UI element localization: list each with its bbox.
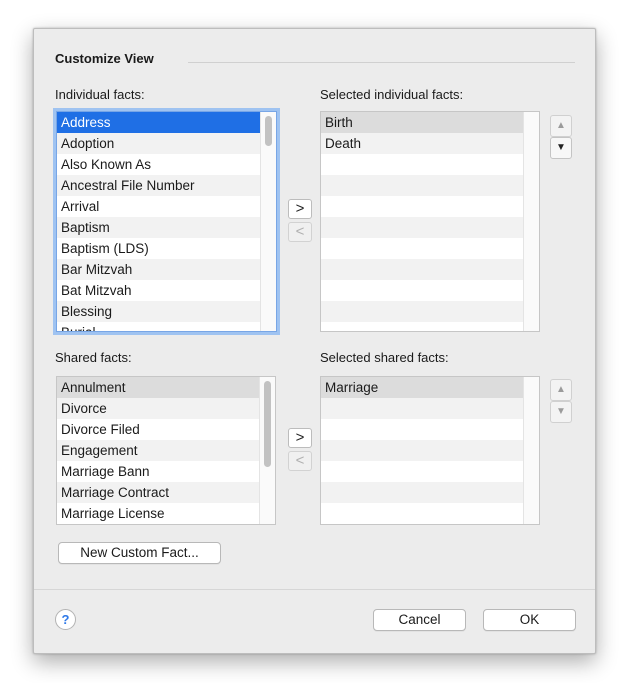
new-custom-fact-button[interactable]: New Custom Fact... (58, 542, 221, 564)
list-item (321, 175, 524, 196)
selected-shared-facts-rows: Marriage (321, 377, 539, 524)
cancel-button[interactable]: Cancel (373, 609, 466, 631)
list-item[interactable]: Bat Mitzvah (57, 280, 276, 301)
list-item[interactable]: Annulment (57, 377, 275, 398)
individual-facts-scrollbar[interactable] (260, 112, 276, 331)
individual-facts-label: Individual facts: (55, 87, 145, 102)
list-item[interactable]: Address (57, 112, 276, 133)
selected-shared-facts-scrollbar[interactable] (523, 377, 539, 524)
move-down-individual-button[interactable]: ▼ (550, 137, 572, 159)
list-item[interactable]: Baptism (LDS) (57, 238, 276, 259)
list-item[interactable]: Bar Mitzvah (57, 259, 276, 280)
list-item (321, 259, 524, 280)
list-item[interactable]: Birth (321, 112, 524, 133)
list-item[interactable]: Marriage License (57, 503, 275, 524)
list-item (321, 154, 524, 175)
list-item (321, 419, 539, 440)
list-item[interactable]: Adoption (57, 133, 276, 154)
list-item[interactable]: Marriage Contract (57, 482, 275, 503)
selected-individual-facts-rows: Birth Death (321, 112, 524, 331)
selected-shared-facts-label: Selected shared facts: (320, 350, 449, 365)
individual-facts-rows: Address Adoption Also Known As Ancestral… (57, 112, 276, 331)
shared-facts-scrollbar[interactable] (259, 377, 275, 524)
selected-individual-facts-label: Selected individual facts: (320, 87, 464, 102)
list-item[interactable]: Marriage (321, 377, 539, 398)
list-item (321, 503, 539, 524)
scroll-thumb[interactable] (264, 381, 271, 467)
move-up-shared-button[interactable]: ▲ (550, 379, 572, 401)
list-item[interactable]: Engagement (57, 440, 275, 461)
move-down-shared-button[interactable]: ▼ (550, 401, 572, 423)
list-item[interactable]: Divorce Filed (57, 419, 275, 440)
list-item[interactable]: Arrival (57, 196, 276, 217)
list-item[interactable]: Marriage Bann (57, 461, 275, 482)
selected-shared-facts-list[interactable]: Marriage (320, 376, 540, 525)
selected-individual-facts-list[interactable]: Birth Death (320, 111, 540, 332)
shared-facts-list[interactable]: Annulment Divorce Divorce Filed Engageme… (56, 376, 276, 525)
selected-individual-facts-scrollbar[interactable] (523, 112, 539, 331)
list-item (321, 440, 539, 461)
ok-button[interactable]: OK (483, 609, 576, 631)
list-item (321, 322, 524, 331)
list-item[interactable]: Blessing (57, 301, 276, 322)
footer-divider (34, 589, 595, 590)
list-item[interactable]: Baptism (57, 217, 276, 238)
list-item (321, 398, 539, 419)
list-item[interactable]: Divorce (57, 398, 275, 419)
list-item (321, 217, 524, 238)
customize-view-dialog: Customize View Individual facts: Address… (33, 28, 596, 654)
section-title: Customize View (55, 51, 154, 66)
scroll-thumb[interactable] (265, 116, 272, 146)
list-item (321, 482, 539, 503)
list-item[interactable]: Burial (57, 322, 276, 331)
section-divider (188, 62, 575, 63)
help-icon[interactable]: ? (55, 609, 76, 630)
list-item (321, 301, 524, 322)
shared-facts-label: Shared facts: (55, 350, 132, 365)
list-item (321, 238, 524, 259)
list-item (321, 196, 524, 217)
list-item[interactable]: Also Known As (57, 154, 276, 175)
list-item (321, 461, 539, 482)
remove-shared-fact-button[interactable]: < (288, 451, 312, 471)
move-up-individual-button[interactable]: ▲ (550, 115, 572, 137)
add-shared-fact-button[interactable]: > (288, 428, 312, 448)
add-individual-fact-button[interactable]: > (288, 199, 312, 219)
list-item[interactable]: Death (321, 133, 524, 154)
list-item (321, 280, 524, 301)
shared-facts-rows: Annulment Divorce Divorce Filed Engageme… (57, 377, 275, 524)
list-item[interactable]: Ancestral File Number (57, 175, 276, 196)
individual-facts-list[interactable]: Address Adoption Also Known As Ancestral… (56, 111, 277, 332)
remove-individual-fact-button[interactable]: < (288, 222, 312, 242)
